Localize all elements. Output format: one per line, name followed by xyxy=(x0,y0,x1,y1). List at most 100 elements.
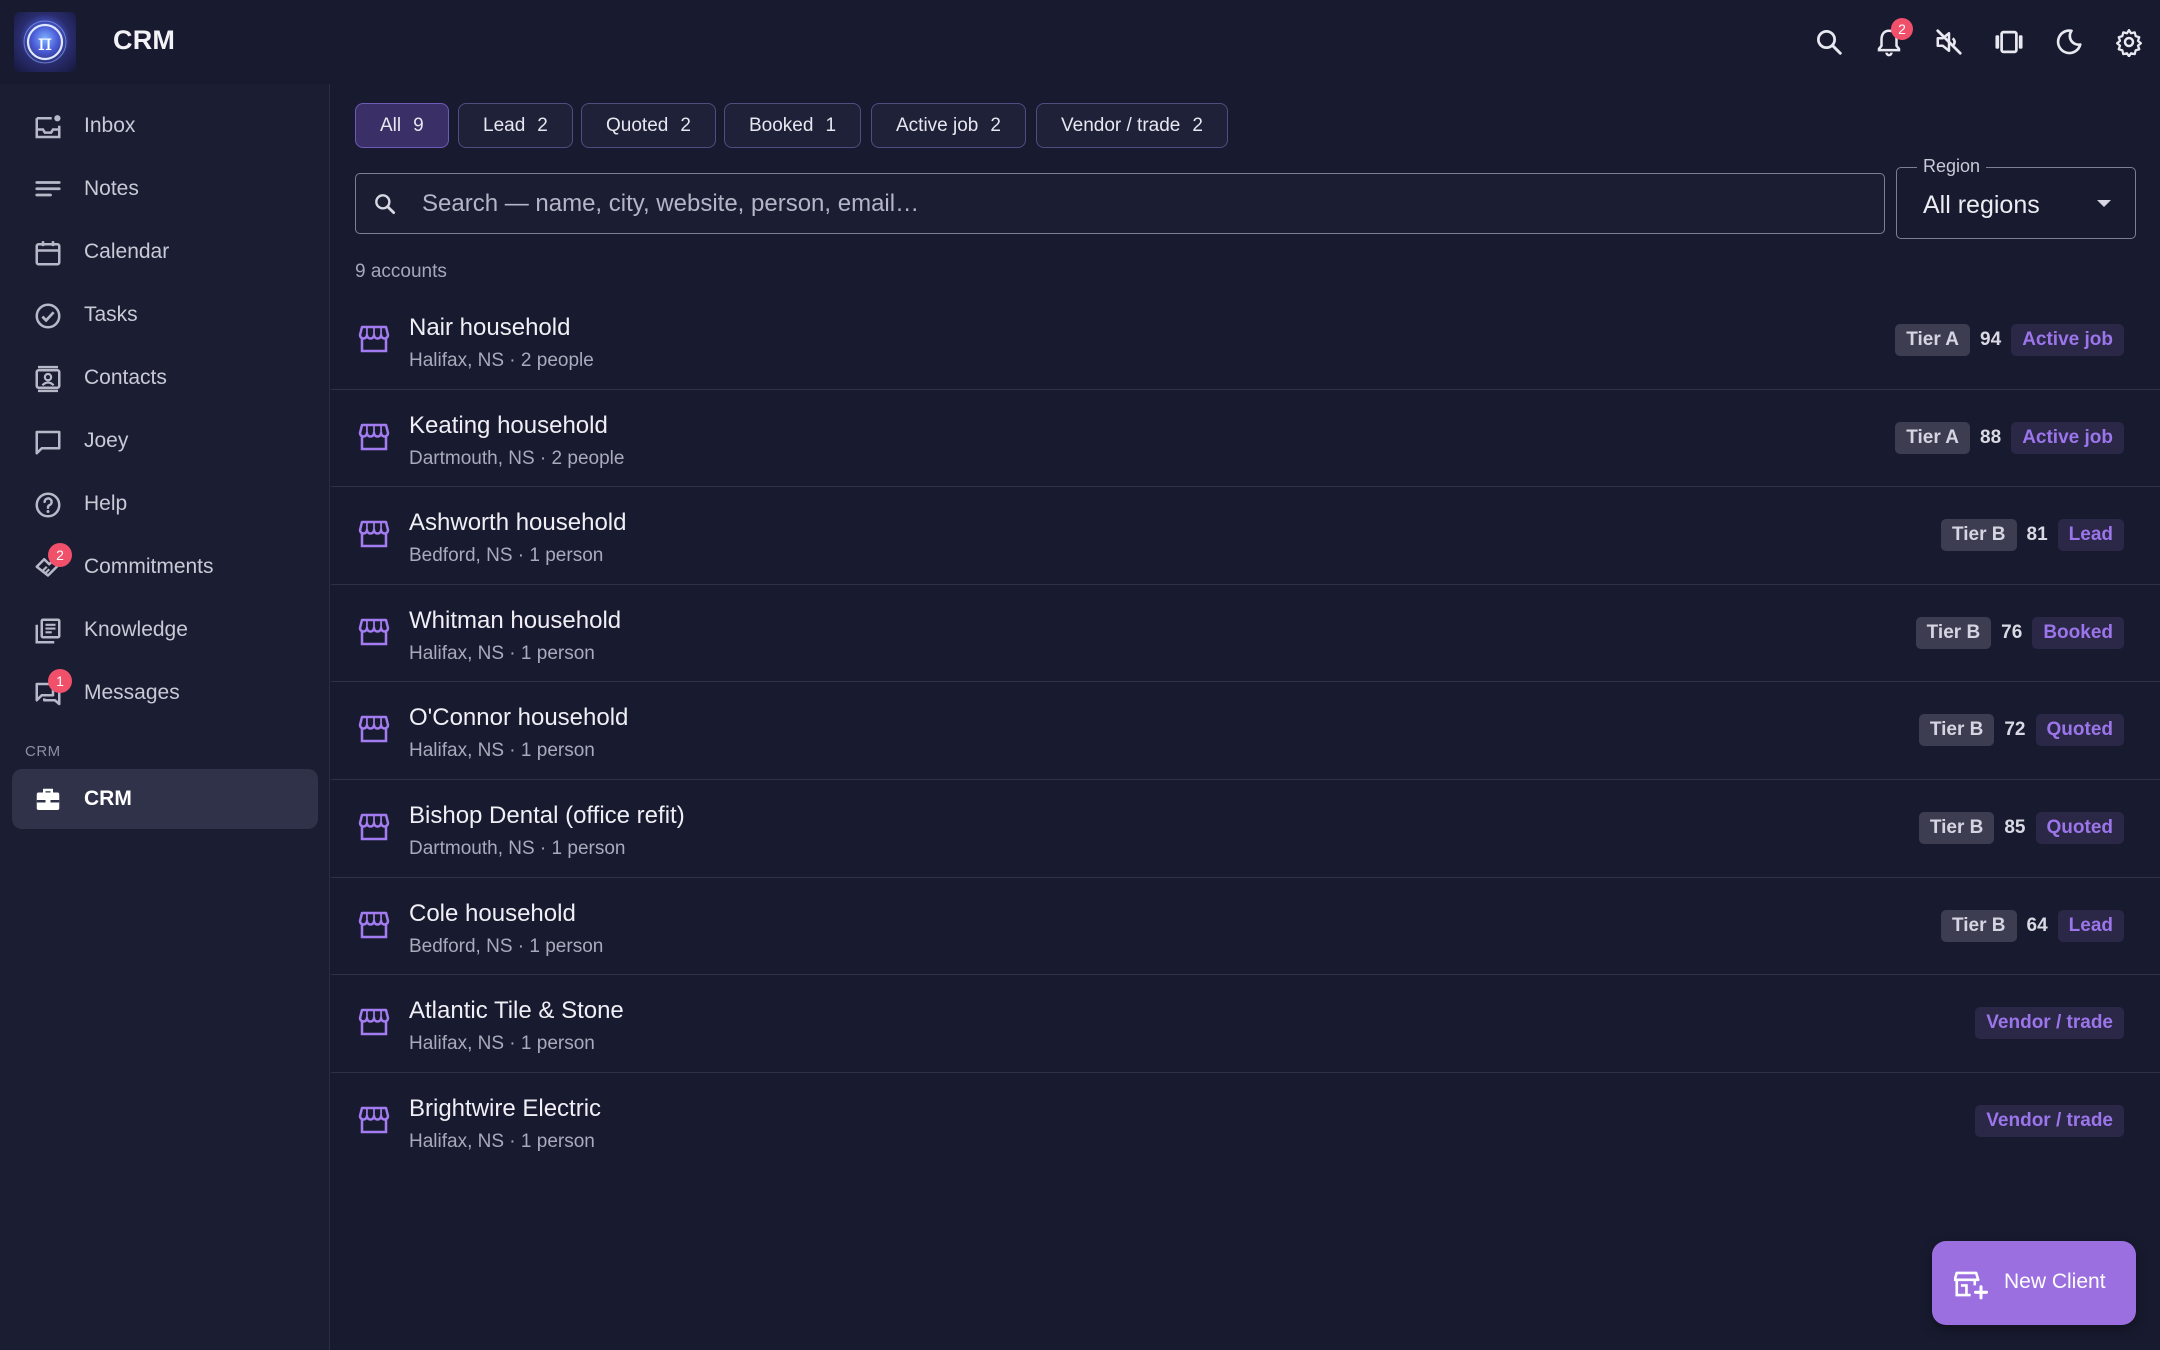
account-score: 94 xyxy=(1980,329,2002,350)
sidebar-item-label: Help xyxy=(84,492,128,515)
account-score: 76 xyxy=(2001,621,2023,643)
status-badge: Vendor / trade xyxy=(1975,1007,2124,1040)
sidebar-item-inbox[interactable]: Inbox xyxy=(12,96,318,156)
account-row[interactable]: Whitman household Halifax, NS · 1 person T… xyxy=(331,585,2160,683)
account-row[interactable]: Keating household Dartmouth, NS · 2 peopl… xyxy=(331,390,2160,488)
account-meta: Vendor / trade xyxy=(1975,1104,2124,1138)
tier-badge: Tier B xyxy=(1940,519,2017,552)
sidebar-item-label: Inbox xyxy=(84,114,136,137)
inbox-icon xyxy=(32,111,64,143)
sidebar-item-label: Messages xyxy=(84,681,180,704)
account-name: Whitman household xyxy=(409,606,622,634)
notes-icon xyxy=(32,174,64,206)
account-row[interactable]: Cole household Bedford, NS · 1 person Tier… xyxy=(331,878,2160,976)
region-select[interactable]: Region All regions xyxy=(1896,156,2136,239)
account-name: Ashworth household xyxy=(409,509,627,537)
sidebar-item-notes[interactable]: Notes xyxy=(12,159,318,219)
storefront-icon xyxy=(358,617,390,647)
storefront-icon xyxy=(358,910,390,940)
settings-icon[interactable] xyxy=(2107,20,2151,64)
sidebar-item-messages[interactable]: Messages 1 xyxy=(12,663,318,723)
account-list: Nair household Halifax, NS · 2 people Tier… xyxy=(331,292,2160,1170)
check-circle-icon xyxy=(32,300,64,332)
account-location: Dartmouth, NS · 2 people xyxy=(409,447,625,469)
tier-badge: Tier B xyxy=(1918,714,1995,747)
account-meta: Tier B 85 Quoted xyxy=(1918,811,2124,845)
sidebar-item-crm[interactable]: CRM xyxy=(12,769,318,829)
search-input[interactable] xyxy=(422,186,1862,222)
storefront-icon xyxy=(358,422,390,452)
account-row[interactable]: Brightwire Electric Halifax, NS · 1 perso… xyxy=(331,1073,2160,1171)
briefcase-icon xyxy=(32,784,64,816)
app-logo[interactable]: π xyxy=(14,12,76,72)
sidebar-item-label: Commitments xyxy=(84,555,214,578)
top-app-bar: π CRM 2 xyxy=(0,0,2160,84)
region-label: Region xyxy=(1917,156,1987,177)
filter-chip-quoted[interactable]: Quoted 2 xyxy=(581,103,716,148)
filter-chip-active-job[interactable]: Active job 2 xyxy=(871,103,1026,148)
chat-icon xyxy=(32,426,64,458)
search-field[interactable] xyxy=(355,173,1885,234)
new-client-label: New Client xyxy=(2004,1270,2106,1293)
storefront-icon xyxy=(358,324,390,354)
account-meta: Tier A 88 Active job xyxy=(1895,421,2124,455)
sidebar-item-joey[interactable]: Joey xyxy=(12,411,318,471)
account-row[interactable]: Ashworth household Bedford, NS · 1 person… xyxy=(331,487,2160,585)
sidebar-item-label: Contacts xyxy=(84,366,167,389)
mute-icon[interactable] xyxy=(1927,20,1971,64)
sidebar-item-commitments[interactable]: Commitments 2 xyxy=(12,537,318,597)
account-row[interactable]: Nair household Halifax, NS · 2 people Tier… xyxy=(331,292,2160,390)
filter-chip-count: 9 xyxy=(413,114,424,136)
region-value: All regions xyxy=(1923,191,2040,219)
sidebar-item-calendar[interactable]: Calendar xyxy=(12,222,318,282)
search-icon[interactable] xyxy=(1807,20,1851,64)
filter-chip-all[interactable]: All 9 xyxy=(355,103,449,148)
sidebar-item-label: CRM xyxy=(84,787,132,810)
svg-text:π: π xyxy=(38,31,52,56)
carousel-icon[interactable] xyxy=(1987,20,2031,64)
sidebar-item-help[interactable]: Help xyxy=(12,474,318,534)
account-name: Atlantic Tile & Stone xyxy=(409,997,624,1025)
filter-chip-label: Quoted xyxy=(606,114,669,136)
filter-chip-vendor-trade[interactable]: Vendor / trade 2 xyxy=(1036,103,1228,148)
sidebar-item-contacts[interactable]: Contacts xyxy=(12,348,318,408)
status-badge: Active job xyxy=(2011,421,2124,454)
status-badge: Vendor / trade xyxy=(1975,1104,2124,1137)
filter-chip-booked[interactable]: Booked 1 xyxy=(724,103,862,148)
sidebar-section-label: CRM xyxy=(25,743,61,760)
account-location: Halifax, NS · 1 person xyxy=(409,642,595,664)
filter-chip-count: 2 xyxy=(537,114,548,136)
dark-mode-icon[interactable] xyxy=(2047,20,2091,64)
account-row[interactable]: Bishop Dental (office refit) Dartmouth, N… xyxy=(331,780,2160,878)
filter-chip-label: Booked xyxy=(749,114,814,136)
status-badge: Quoted xyxy=(2035,714,2124,747)
account-row[interactable]: O'Connor household Halifax, NS · 1 person… xyxy=(331,682,2160,780)
notifications-icon[interactable]: 2 xyxy=(1867,18,1913,64)
filter-chip-label: All xyxy=(380,114,402,136)
tier-badge: Tier A xyxy=(1895,421,1971,454)
filter-chip-label: Active job xyxy=(896,114,979,136)
account-score: 85 xyxy=(2004,816,2026,838)
account-name: Brightwire Electric xyxy=(409,1094,602,1122)
filter-chip-lead[interactable]: Lead 2 xyxy=(458,103,573,148)
account-meta: Tier B 72 Quoted xyxy=(1918,713,2124,747)
account-score: 81 xyxy=(2026,524,2048,546)
contacts-icon xyxy=(32,363,64,395)
account-name: Nair household xyxy=(409,314,571,341)
filter-chip-count: 1 xyxy=(825,114,837,136)
sidebar-item-label: Knowledge xyxy=(84,618,188,641)
sidebar-item-knowledge[interactable]: Knowledge xyxy=(12,600,318,660)
account-name: O'Connor household xyxy=(409,704,629,732)
account-name: Bishop Dental (office refit) xyxy=(409,801,685,829)
status-badge: Lead xyxy=(2057,909,2124,942)
sidebar-item-tasks[interactable]: Tasks xyxy=(12,285,318,345)
filter-chip-count: 2 xyxy=(680,114,691,136)
sidebar-item-label: Calendar xyxy=(84,240,170,263)
account-score: 72 xyxy=(2004,719,2026,741)
sidebar-item-badge: 1 xyxy=(48,669,72,693)
new-client-button[interactable]: New Client xyxy=(1932,1241,2136,1325)
chevron-down-icon xyxy=(2095,198,2113,210)
account-row[interactable]: Atlantic Tile & Stone Halifax, NS · 1 per… xyxy=(331,975,2160,1073)
storefront-icon xyxy=(358,714,390,744)
storefront-icon xyxy=(358,1105,390,1135)
